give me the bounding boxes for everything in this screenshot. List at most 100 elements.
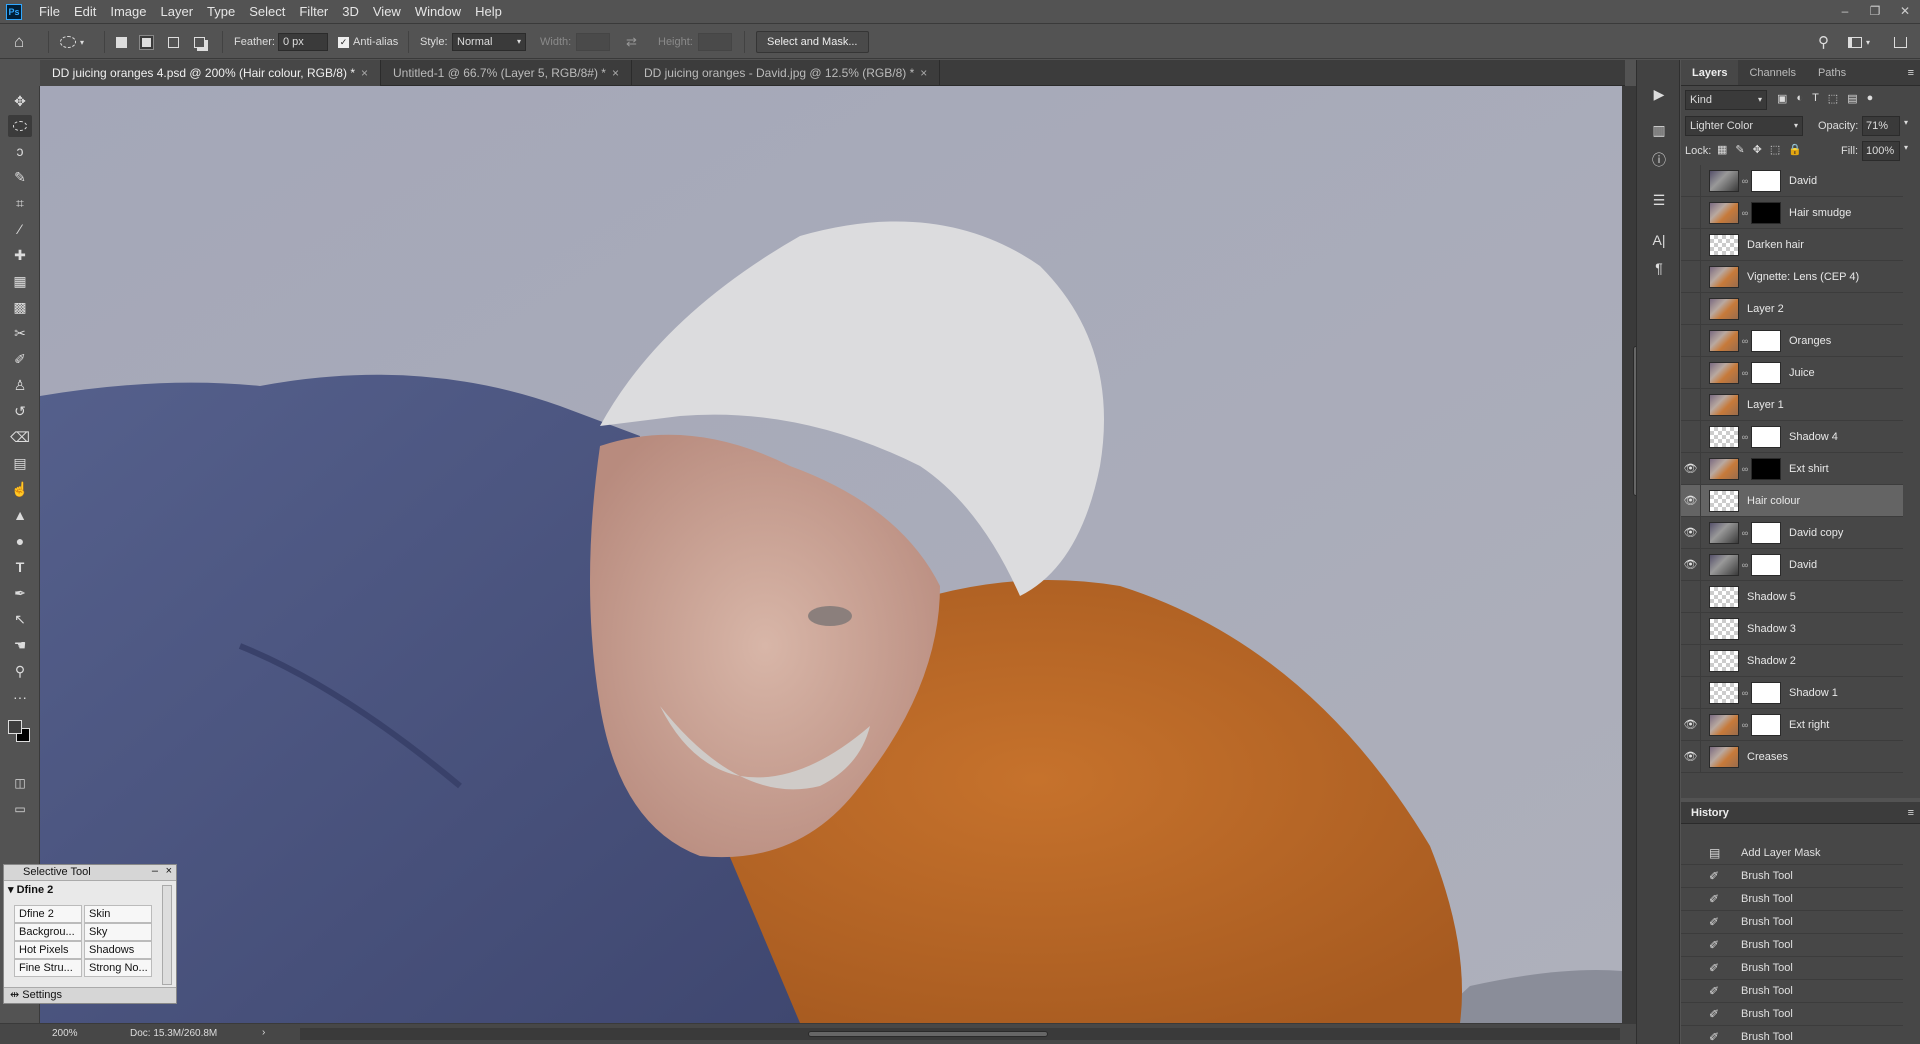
layer-row[interactable]: ∞ Juice bbox=[1681, 356, 1903, 389]
color-swatches[interactable] bbox=[6, 716, 34, 746]
menu-window[interactable]: Window bbox=[408, 4, 468, 19]
eye-icon[interactable]: 👁 bbox=[1681, 484, 1701, 517]
layer-row[interactable]: 👁 ∞ David copy bbox=[1681, 516, 1903, 549]
lock-all-icon[interactable]: 🔒 bbox=[1788, 143, 1802, 156]
visibility-toggle[interactable] bbox=[1681, 580, 1701, 613]
visibility-toggle[interactable] bbox=[1681, 356, 1701, 389]
link-icon[interactable]: ∞ bbox=[1739, 336, 1751, 346]
visibility-toggle[interactable] bbox=[1681, 676, 1701, 709]
minimize-panel-icon[interactable]: – bbox=[152, 865, 158, 877]
layer-thumbnail[interactable] bbox=[1709, 553, 1739, 576]
history-item[interactable]: ✐ Brush Tool bbox=[1681, 957, 1903, 980]
lock-position-icon[interactable]: ✥ bbox=[1753, 143, 1762, 156]
layer-thumbnail[interactable] bbox=[1709, 265, 1739, 288]
layer-row[interactable]: 👁 ∞ Ext right bbox=[1681, 708, 1903, 741]
screen-mode-icon[interactable]: ▭ bbox=[8, 798, 32, 820]
layer-row[interactable]: 👁 ∞ Ext shirt bbox=[1681, 452, 1903, 485]
menu-filter[interactable]: Filter bbox=[292, 4, 335, 19]
visibility-toggle[interactable] bbox=[1681, 644, 1701, 677]
layer-mask-thumbnail[interactable] bbox=[1751, 713, 1781, 736]
layer-mask-thumbnail[interactable] bbox=[1751, 681, 1781, 704]
actions-play-icon[interactable]: ▶ bbox=[1649, 84, 1669, 104]
layer-thumbnail[interactable] bbox=[1709, 457, 1739, 480]
close-button[interactable]: ✕ bbox=[1890, 0, 1920, 24]
quick-mask-icon[interactable]: ◫ bbox=[8, 772, 32, 794]
layer-thumbnail[interactable] bbox=[1709, 585, 1739, 608]
eye-icon[interactable]: 👁 bbox=[1681, 516, 1701, 549]
visibility-toggle[interactable] bbox=[1681, 388, 1701, 421]
history-item[interactable]: ✐ Brush Tool bbox=[1681, 934, 1903, 957]
type-tool-icon[interactable]: T bbox=[8, 556, 32, 578]
properties-icon[interactable]: ☰ bbox=[1649, 190, 1669, 210]
move-tool-icon[interactable]: ✥ bbox=[8, 90, 32, 112]
smart-filter-icon[interactable]: ▤ bbox=[1847, 92, 1857, 105]
zoom-level[interactable]: 200% bbox=[52, 1028, 78, 1039]
blend-mode-select[interactable]: Lighter Color ▾ bbox=[1685, 116, 1803, 136]
history-title[interactable]: History bbox=[1681, 807, 1739, 819]
intersect-selection-icon[interactable] bbox=[194, 25, 205, 59]
quick-selection-tool-icon[interactable]: ✎ bbox=[8, 166, 32, 188]
visibility-toggle[interactable] bbox=[1681, 420, 1701, 453]
feather-input[interactable] bbox=[278, 33, 328, 51]
layer-thumbnail[interactable] bbox=[1709, 361, 1739, 384]
restore-button[interactable]: ❐ bbox=[1860, 0, 1890, 24]
fill-input[interactable]: 100% bbox=[1862, 141, 1900, 161]
vertical-scrollbar[interactable] bbox=[1622, 86, 1641, 1023]
link-icon[interactable]: ∞ bbox=[1739, 720, 1751, 730]
menu-image[interactable]: Image bbox=[103, 4, 153, 19]
menu-help[interactable]: Help bbox=[468, 4, 509, 19]
preset-fine-structure[interactable]: Fine Stru... bbox=[14, 959, 82, 977]
link-icon[interactable]: ∞ bbox=[1739, 688, 1751, 698]
lasso-tool-icon[interactable]: ↄ bbox=[8, 140, 32, 162]
hand-tool-icon[interactable]: ☚ bbox=[8, 634, 32, 656]
history-item[interactable]: ✐ Brush Tool bbox=[1681, 980, 1903, 1003]
layer-name[interactable]: Layer 1 bbox=[1747, 399, 1784, 411]
tab-channels[interactable]: Channels bbox=[1738, 60, 1806, 85]
link-icon[interactable]: ∞ bbox=[1739, 176, 1751, 186]
workspace-icon[interactable]: ▾ bbox=[1848, 25, 1870, 59]
layer-thumbnail[interactable] bbox=[1709, 297, 1739, 320]
layer-name[interactable]: Vignette: Lens (CEP 4) bbox=[1747, 271, 1859, 283]
visibility-toggle[interactable] bbox=[1681, 228, 1701, 261]
minimize-button[interactable]: – bbox=[1830, 0, 1860, 24]
horizontal-scrollbar[interactable] bbox=[300, 1028, 1620, 1040]
layer-name[interactable]: Creases bbox=[1747, 751, 1788, 763]
layer-row[interactable]: 👁 ∞ David bbox=[1681, 548, 1903, 581]
path-selection-tool-icon[interactable]: ↖ bbox=[8, 608, 32, 630]
selective-tool-scrollbar[interactable] bbox=[162, 885, 172, 985]
layer-row[interactable]: Shadow 2 bbox=[1681, 644, 1903, 677]
adjustment-filter-icon[interactable]: ◐ bbox=[1796, 92, 1803, 105]
layer-name[interactable]: David copy bbox=[1789, 527, 1843, 539]
layer-thumbnail[interactable] bbox=[1709, 617, 1739, 640]
tab-paths[interactable]: Paths bbox=[1807, 60, 1857, 85]
layer-row[interactable]: Layer 2 bbox=[1681, 292, 1903, 325]
tab-dd-juicing-oranges-4[interactable]: DD juicing oranges 4.psd @ 200% (Hair co… bbox=[40, 60, 381, 86]
layer-thumbnail[interactable] bbox=[1709, 713, 1739, 736]
history-item[interactable]: ✐ Brush Tool bbox=[1681, 1003, 1903, 1026]
layer-row[interactable]: 👁 Hair colour bbox=[1681, 484, 1903, 517]
layer-row[interactable]: ∞ David bbox=[1681, 165, 1903, 197]
healing-brush-tool-icon[interactable]: ✚ bbox=[8, 244, 32, 266]
layer-name[interactable]: Shadow 4 bbox=[1789, 431, 1838, 443]
dodge-tool-icon[interactable]: ● bbox=[8, 530, 32, 552]
panel-menu-icon[interactable]: ≡ bbox=[1902, 60, 1920, 85]
layer-mask-thumbnail[interactable] bbox=[1751, 169, 1781, 192]
menu-3d[interactable]: 3D bbox=[335, 4, 366, 19]
layer-mask-thumbnail[interactable] bbox=[1751, 457, 1781, 480]
history-item[interactable]: ✐ Brush Tool bbox=[1681, 1026, 1903, 1044]
layer-name[interactable]: Ext right bbox=[1789, 719, 1829, 731]
gradient-tool-icon[interactable]: ▤ bbox=[8, 452, 32, 474]
layer-thumbnail[interactable] bbox=[1709, 425, 1739, 448]
history-menu-icon[interactable]: ≡ bbox=[1902, 807, 1920, 819]
add-to-selection-icon[interactable] bbox=[139, 25, 154, 59]
layer-name[interactable]: David bbox=[1789, 559, 1817, 571]
layer-mask-thumbnail[interactable] bbox=[1751, 553, 1781, 576]
elliptical-marquee-preset[interactable]: ▾ bbox=[60, 25, 84, 59]
layer-thumbnail[interactable] bbox=[1709, 201, 1739, 224]
search-icon[interactable]: ⚲ bbox=[1818, 25, 1829, 59]
filter-kind-select[interactable]: Kind ▾ bbox=[1685, 90, 1767, 110]
pen-tool-icon[interactable]: ✒ bbox=[8, 582, 32, 604]
paragraph-icon[interactable]: ¶ bbox=[1649, 258, 1669, 278]
layer-thumbnail[interactable] bbox=[1709, 393, 1739, 416]
sharpen-tool-icon[interactable]: ▲ bbox=[8, 504, 32, 526]
